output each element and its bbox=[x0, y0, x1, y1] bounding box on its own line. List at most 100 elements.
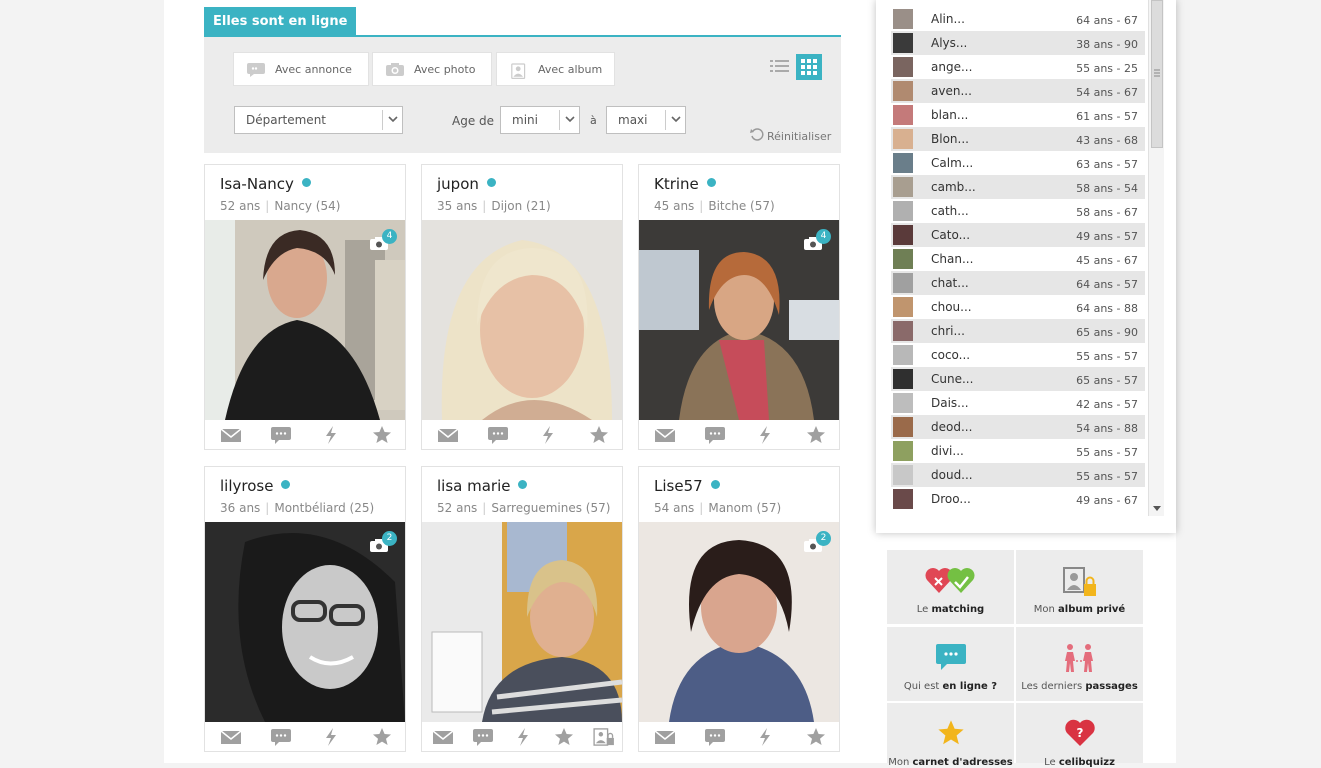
profile-card[interactable]: Ktrine 45 ans | Bitche (57) 4 bbox=[638, 164, 840, 450]
online-member-row[interactable]: deod... 54 ans - 88 bbox=[891, 415, 1145, 439]
member-name[interactable]: doud... bbox=[931, 468, 973, 482]
online-member-row[interactable]: aven... 54 ans - 67 bbox=[891, 79, 1145, 103]
profile-name[interactable]: lilyrose bbox=[220, 477, 273, 495]
tile-last-visits[interactable]: Les derniers passages bbox=[1016, 627, 1143, 701]
member-name[interactable]: camb... bbox=[931, 180, 976, 194]
member-name[interactable]: aven... bbox=[931, 84, 972, 98]
member-name[interactable]: blan... bbox=[931, 108, 968, 122]
online-member-row[interactable]: Cato... 49 ans - 57 bbox=[891, 223, 1145, 247]
private-album-icon[interactable] bbox=[592, 728, 616, 746]
chat-icon[interactable] bbox=[271, 728, 291, 746]
flash-icon[interactable] bbox=[321, 426, 341, 444]
online-member-row[interactable]: divi... 55 ans - 57 bbox=[891, 439, 1145, 463]
tab-online[interactable]: Elles sont en ligne bbox=[204, 7, 357, 35]
member-avatar[interactable] bbox=[893, 9, 913, 29]
profile-name[interactable]: Lise57 bbox=[654, 477, 703, 495]
age-min-select[interactable]: mini bbox=[500, 106, 580, 134]
member-avatar[interactable] bbox=[893, 273, 913, 293]
flash-icon[interactable] bbox=[755, 728, 775, 746]
member-avatar[interactable] bbox=[893, 417, 913, 437]
member-name[interactable]: divi... bbox=[931, 444, 964, 458]
scroll-down-icon[interactable] bbox=[1153, 506, 1161, 511]
member-name[interactable]: ange... bbox=[931, 60, 972, 74]
star-icon[interactable] bbox=[372, 426, 392, 444]
online-member-row[interactable]: chat... 64 ans - 57 bbox=[891, 271, 1145, 295]
member-name[interactable]: Chan... bbox=[931, 252, 973, 266]
member-name[interactable]: Alin... bbox=[931, 12, 965, 26]
member-name[interactable]: Dais... bbox=[931, 396, 969, 410]
member-avatar[interactable] bbox=[893, 81, 913, 101]
mail-icon[interactable] bbox=[655, 426, 675, 444]
flash-icon[interactable] bbox=[538, 426, 558, 444]
profile-name[interactable]: Isa-Nancy bbox=[220, 175, 294, 193]
member-name[interactable]: chou... bbox=[931, 300, 972, 314]
member-avatar[interactable] bbox=[893, 57, 913, 77]
member-avatar[interactable] bbox=[893, 321, 913, 341]
tile-address-book[interactable]: Mon carnet d'adresses bbox=[887, 703, 1014, 768]
member-name[interactable]: Calm... bbox=[931, 156, 973, 170]
member-avatar[interactable] bbox=[893, 177, 913, 197]
member-name[interactable]: Alys... bbox=[931, 36, 967, 50]
chat-icon[interactable] bbox=[705, 426, 725, 444]
member-avatar[interactable] bbox=[893, 297, 913, 317]
tile-matching[interactable]: Le matching bbox=[887, 550, 1014, 624]
profile-photo[interactable]: 4 bbox=[639, 220, 839, 420]
list-scrollbar[interactable] bbox=[1148, 0, 1164, 516]
photo-count-badge[interactable]: 4 bbox=[369, 229, 397, 255]
member-avatar[interactable] bbox=[893, 153, 913, 173]
tile-who-online[interactable]: Qui est en ligne ? bbox=[887, 627, 1014, 701]
flash-icon[interactable] bbox=[755, 426, 775, 444]
profile-photo[interactable]: 2 bbox=[205, 522, 405, 722]
chat-icon[interactable] bbox=[488, 426, 508, 444]
filter-with-photo-button[interactable]: Avec photo bbox=[372, 52, 492, 86]
mail-icon[interactable] bbox=[438, 426, 458, 444]
online-member-row[interactable]: Dais... 42 ans - 57 bbox=[891, 391, 1145, 415]
profile-card[interactable]: lisa marie 52 ans | Sarreguemines (57) bbox=[421, 466, 623, 752]
department-select[interactable]: Département bbox=[234, 106, 403, 134]
online-member-row[interactable]: chri... 65 ans - 90 bbox=[891, 319, 1145, 343]
scrollbar-thumb[interactable] bbox=[1151, 0, 1163, 148]
member-name[interactable]: coco... bbox=[931, 348, 970, 362]
member-avatar[interactable] bbox=[893, 489, 913, 509]
member-name[interactable]: chat... bbox=[931, 276, 969, 290]
list-view-icon[interactable] bbox=[767, 54, 793, 80]
online-member-row[interactable]: coco... 55 ans - 57 bbox=[891, 343, 1145, 367]
member-avatar[interactable] bbox=[893, 129, 913, 149]
member-avatar[interactable] bbox=[893, 225, 913, 245]
profile-card[interactable]: jupon 35 ans | Dijon (21) bbox=[421, 164, 623, 450]
chat-icon[interactable] bbox=[473, 728, 493, 746]
online-member-row[interactable]: camb... 58 ans - 54 bbox=[891, 175, 1145, 199]
flash-icon[interactable] bbox=[513, 728, 533, 746]
online-member-row[interactable]: Chan... 45 ans - 67 bbox=[891, 247, 1145, 271]
member-avatar[interactable] bbox=[893, 369, 913, 389]
online-members-list[interactable]: Alin... 64 ans - 67 Alys... 38 ans - 90 ange… bbox=[891, 0, 1145, 516]
member-name[interactable]: Cato... bbox=[931, 228, 970, 242]
tile-quizz[interactable]: ? Le celibquizz bbox=[1016, 703, 1143, 768]
online-member-row[interactable]: doud... 55 ans - 57 bbox=[891, 463, 1145, 487]
profile-card[interactable]: lilyrose 36 ans | Montbéliard (25) 2 bbox=[204, 466, 406, 752]
member-avatar[interactable] bbox=[893, 105, 913, 125]
member-avatar[interactable] bbox=[893, 33, 913, 53]
mail-icon[interactable] bbox=[655, 728, 675, 746]
online-member-row[interactable]: Alin... 64 ans - 67 bbox=[891, 7, 1145, 31]
mail-icon[interactable] bbox=[221, 426, 241, 444]
member-name[interactable]: Cune... bbox=[931, 372, 973, 386]
grid-view-icon[interactable] bbox=[796, 54, 822, 80]
member-name[interactable]: chri... bbox=[931, 324, 965, 338]
member-avatar[interactable] bbox=[893, 201, 913, 221]
online-member-row[interactable]: Alys... 38 ans - 90 bbox=[891, 31, 1145, 55]
tile-private-album[interactable]: Mon album privé bbox=[1016, 550, 1143, 624]
online-member-row[interactable]: Blon... 43 ans - 68 bbox=[891, 127, 1145, 151]
star-icon[interactable] bbox=[806, 426, 826, 444]
online-member-row[interactable]: ange... 55 ans - 25 bbox=[891, 55, 1145, 79]
photo-count-badge[interactable]: 4 bbox=[803, 229, 831, 255]
chat-icon[interactable] bbox=[271, 426, 291, 444]
profile-photo[interactable] bbox=[422, 220, 622, 420]
mail-icon[interactable] bbox=[221, 728, 241, 746]
star-icon[interactable] bbox=[589, 426, 609, 444]
online-member-row[interactable]: Cune... 65 ans - 57 bbox=[891, 367, 1145, 391]
online-member-row[interactable]: cath... 58 ans - 67 bbox=[891, 199, 1145, 223]
member-avatar[interactable] bbox=[893, 465, 913, 485]
profile-name[interactable]: lisa marie bbox=[437, 477, 510, 495]
member-avatar[interactable] bbox=[893, 441, 913, 461]
